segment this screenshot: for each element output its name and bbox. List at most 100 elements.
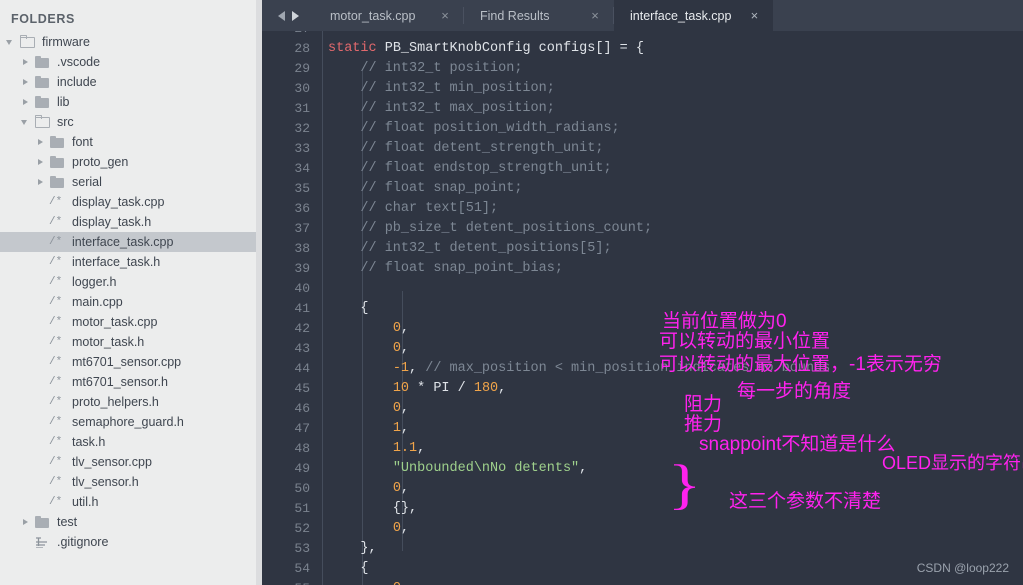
tree-item-src[interactable]: src [0, 112, 262, 132]
tab-close-icon[interactable]: × [588, 9, 602, 22]
tab-close-icon[interactable]: × [747, 9, 761, 22]
code-line[interactable]: 30 // int32_t min_position; [262, 79, 1023, 99]
line-number: 44 [294, 361, 310, 376]
chevron-right-icon[interactable] [36, 138, 45, 147]
code-text: 0, [392, 321, 410, 336]
code-text: // char text[51]; [328, 201, 499, 216]
code-line[interactable]: 37 // pb_size_t detent_positions_count; [262, 219, 1023, 239]
code-line[interactable]: 46 0, [262, 399, 1023, 419]
code-line[interactable]: 47 1, [262, 419, 1023, 439]
code-line[interactable]: 33 // float detent_strength_unit; [262, 139, 1023, 159]
code-line[interactable]: 45 10 * PI / 180, [262, 379, 1023, 399]
chevron-right-icon[interactable] [36, 158, 45, 167]
tree-item-font[interactable]: font [0, 132, 262, 152]
code-line[interactable]: 35 // float snap_point; [262, 179, 1023, 199]
code-line[interactable]: 32 // float position_width_radians; [262, 119, 1023, 139]
nav-forward-arrow-icon[interactable] [291, 10, 299, 21]
chevron-right-icon[interactable] [21, 98, 30, 107]
tab-find-results[interactable]: Find Results × [464, 0, 614, 31]
tab-motor-task-cpp[interactable]: motor_task.cpp × [314, 0, 464, 31]
chevron-right-icon[interactable] [21, 518, 30, 527]
no-chevron-spacer [36, 438, 45, 447]
line-number: 51 [294, 501, 310, 516]
code-line[interactable]: 55 0, [262, 579, 1023, 585]
code-line[interactable]: 48 1.1, [262, 439, 1023, 459]
line-number: 37 [294, 221, 310, 236]
tree-item-proto-helpers-h[interactable]: proto_helpers.h [0, 392, 262, 412]
tree-item-logger-h[interactable]: logger.h [0, 272, 262, 292]
tree-item-motor-task-cpp[interactable]: motor_task.cpp [0, 312, 262, 332]
line-number: 41 [294, 301, 310, 316]
code-line[interactable]: 51 {}, [262, 499, 1023, 519]
curly-brace-annotation: } [667, 453, 702, 515]
tree-item-display-task-cpp[interactable]: display_task.cpp [0, 192, 262, 212]
tree-item-motor-task-h[interactable]: motor_task.h [0, 332, 262, 352]
tree-item-tlv-sensor-cpp[interactable]: tlv_sensor.cpp [0, 452, 262, 472]
code-line[interactable]: 31 // int32_t max_position; [262, 99, 1023, 119]
source-file-icon [49, 416, 66, 429]
tree-item-test[interactable]: test [0, 512, 262, 532]
chevron-right-icon[interactable] [21, 58, 30, 67]
text-file-icon [34, 536, 51, 549]
code-line[interactable]: 50 0, [262, 479, 1023, 499]
tree-item-proto-gen[interactable]: proto_gen [0, 152, 262, 172]
tree-item-include[interactable]: include [0, 72, 262, 92]
file-tree[interactable]: firmware .vscode include lib src font proto_ge… [0, 32, 262, 552]
line-number: 52 [294, 521, 310, 536]
code-line[interactable]: 28 static PB_SmartKnobConfig configs[] = … [262, 39, 1023, 59]
nav-back-arrow-icon[interactable] [277, 10, 285, 21]
code-text: // int32_t max_position; [328, 101, 555, 116]
code-line[interactable]: 38 // int32_t detent_positions[5]; [262, 239, 1023, 259]
tree-item-task-h[interactable]: task.h [0, 432, 262, 452]
tree-item-interface-task-h[interactable]: interface_task.h [0, 252, 262, 272]
code-line[interactable]: 40 [262, 279, 1023, 299]
tree-item-label: task.h [72, 435, 106, 449]
tab-nav-arrows[interactable] [262, 0, 314, 31]
chevron-down-icon[interactable] [6, 38, 15, 47]
tree-item-semaphore-guard-h[interactable]: semaphore_guard.h [0, 412, 262, 432]
code-editor[interactable]: 27 28 static PB_SmartKnobConfig configs[] … [262, 31, 1023, 585]
tree-item-firmware[interactable]: firmware [0, 32, 262, 52]
code-line[interactable]: 54 { [262, 559, 1023, 579]
tree-item-util-h[interactable]: util.h [0, 492, 262, 512]
line-number: 35 [294, 181, 310, 196]
tree-item-lib[interactable]: lib [0, 92, 262, 112]
code-text: { [328, 561, 369, 576]
tab-interface-task-cpp[interactable]: interface_task.cpp × [614, 0, 774, 31]
chevron-down-icon[interactable] [21, 118, 30, 127]
code-line[interactable]: 29 // int32_t position; [262, 59, 1023, 79]
code-line[interactable]: 36 // char text[51]; [262, 199, 1023, 219]
code-line[interactable]: 49 "Unbounded\nNo detents", [262, 459, 1023, 479]
tree-item-display-task-h[interactable]: display_task.h [0, 212, 262, 232]
tree-item-mt6701-sensor-h[interactable]: mt6701_sensor.h [0, 372, 262, 392]
no-chevron-spacer [36, 458, 45, 467]
line-number: 39 [294, 261, 310, 276]
code-line[interactable]: 41 { [262, 299, 1023, 319]
code-line[interactable]: 43 0, [262, 339, 1023, 359]
tree-item-mt6701-sensor-cpp[interactable]: mt6701_sensor.cpp [0, 352, 262, 372]
tree-item--vscode[interactable]: .vscode [0, 52, 262, 72]
tree-item-label: mt6701_sensor.cpp [72, 355, 182, 369]
tab-label: interface_task.cpp [630, 8, 732, 23]
code-line[interactable]: 39 // float snap_point_bias; [262, 259, 1023, 279]
chevron-right-icon[interactable] [36, 178, 45, 187]
code-line[interactable]: 44 -1, // max_position < min_position in… [262, 359, 1023, 379]
tree-item-interface-task-cpp[interactable]: interface_task.cpp [0, 232, 262, 252]
code-line[interactable]: 27 [262, 31, 1023, 39]
tab-close-icon[interactable]: × [438, 9, 452, 22]
line-number: 43 [294, 341, 310, 356]
tree-item-main-cpp[interactable]: main.cpp [0, 292, 262, 312]
file-explorer-sidebar: FOLDERS firmware .vscode include lib src font… [0, 0, 262, 585]
tree-item-tlv-sensor-h[interactable]: tlv_sensor.h [0, 472, 262, 492]
chevron-right-icon[interactable] [21, 78, 30, 87]
code-text: 0, [392, 401, 410, 416]
folder-closed-icon [34, 75, 51, 89]
code-line[interactable]: 53 }, [262, 539, 1023, 559]
code-line[interactable]: 42 0, [262, 319, 1023, 339]
no-chevron-spacer [36, 198, 45, 207]
tree-item--gitignore[interactable]: .gitignore [0, 532, 262, 552]
code-line[interactable]: 34 // float endstop_strength_unit; [262, 159, 1023, 179]
code-line[interactable]: 52 0, [262, 519, 1023, 539]
tree-item-label: font [72, 135, 93, 149]
tree-item-serial[interactable]: serial [0, 172, 262, 192]
